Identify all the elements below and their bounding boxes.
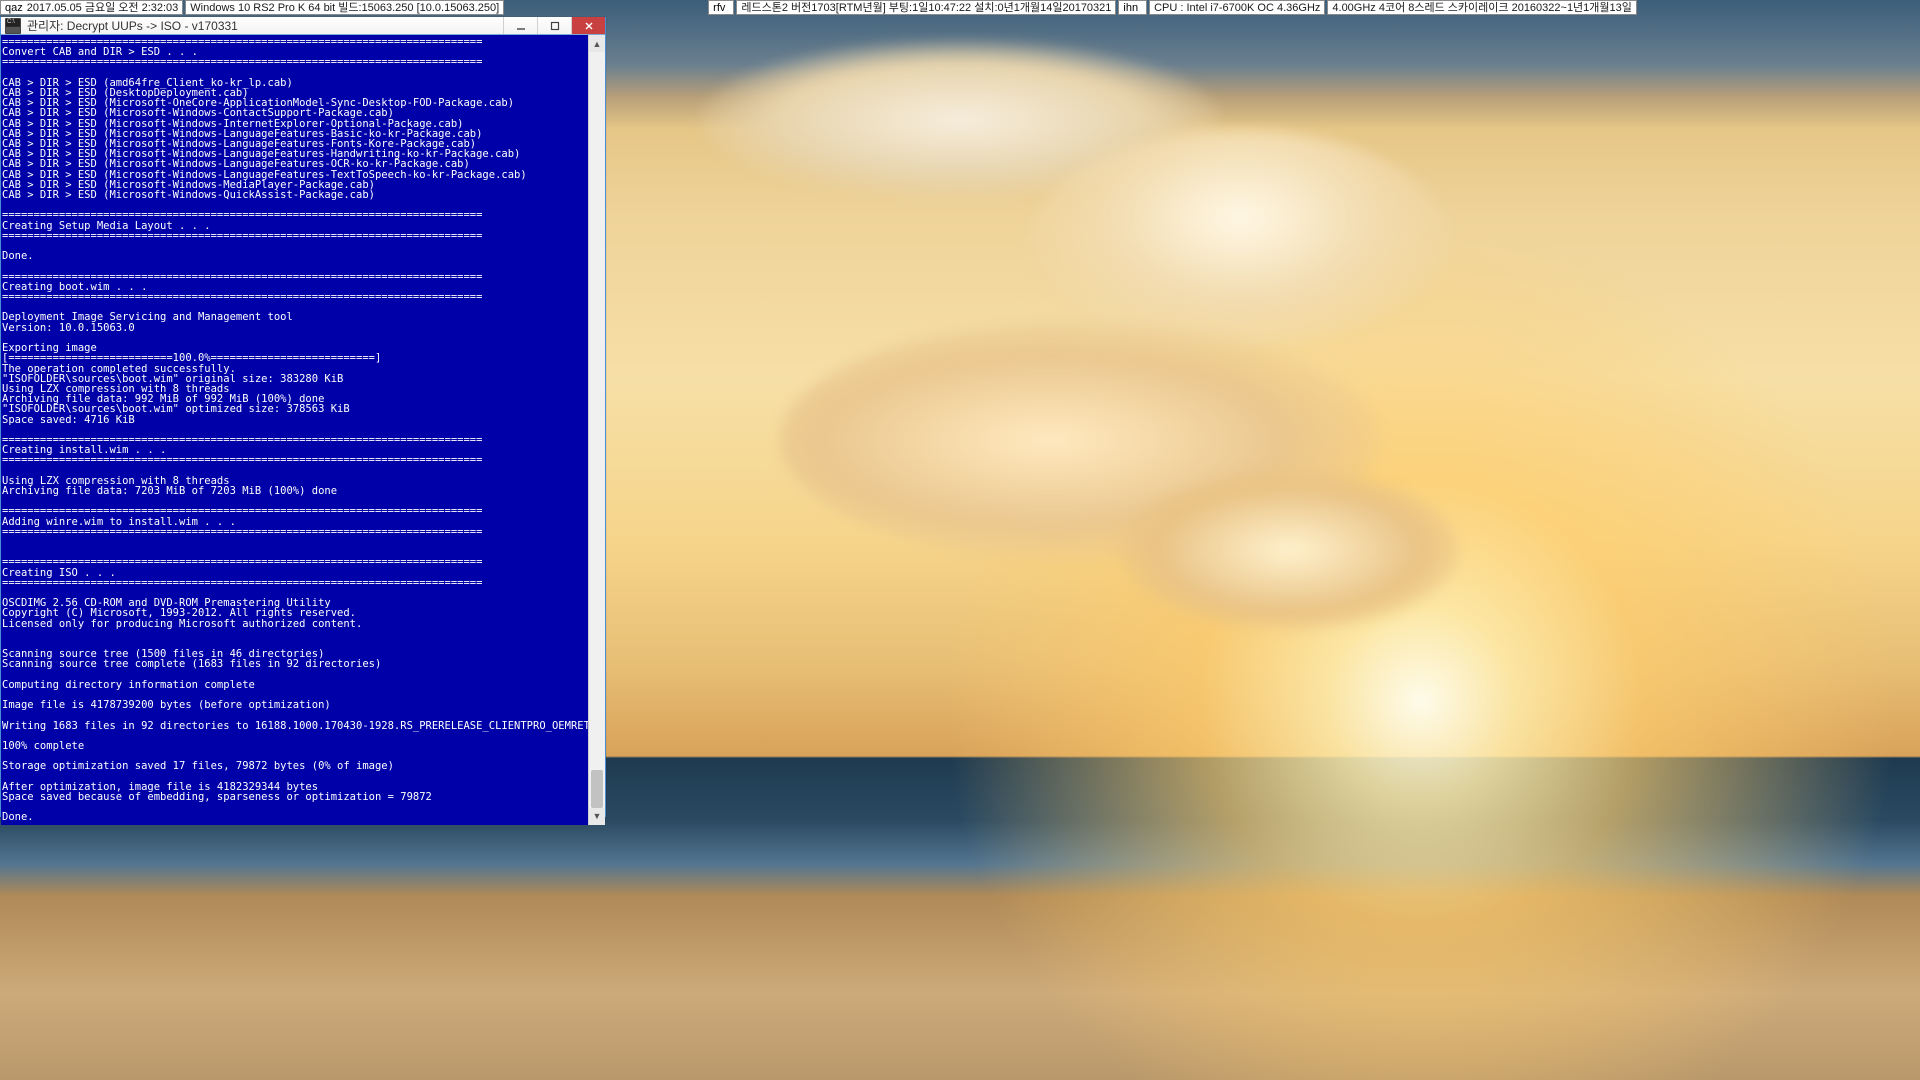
cloud-decor (1120, 470, 1460, 630)
window-buttons (503, 17, 605, 34)
window-title: 관리자: Decrypt UUPs -> ISO - v170331 (25, 17, 503, 34)
info-chip-datetime: qaz2017.05.05 금요일 오전 2:32:03 (0, 0, 183, 15)
minimize-button[interactable] (503, 17, 537, 34)
vertical-scrollbar[interactable]: ▲ ▼ (588, 35, 605, 825)
console-output: ========================================… (1, 35, 588, 825)
system-info-bar: qaz2017.05.05 금요일 오전 2:32:03 Windows 10 … (0, 0, 1920, 16)
console-window: 관리자: Decrypt UUPs -> ISO - v170331 =====… (0, 17, 606, 817)
scroll-thumb[interactable] (591, 770, 603, 808)
close-button[interactable] (571, 17, 605, 34)
cmd-icon (5, 18, 21, 34)
info-chip-cpu2: 4.00GHz 4코어 8스레드 스카이레이크 20160322~1년1개월13… (1327, 0, 1637, 15)
client-area: ========================================… (1, 35, 605, 825)
maximize-button[interactable] (537, 17, 571, 34)
chip-text: 레드스톤2 버전1703[RTM년월] 부팅:1일10:47:22 설치:0년1… (741, 1, 1111, 15)
chip-text: 4.00GHz 4코어 8스레드 스카이레이크 20160322~1년1개월13… (1332, 1, 1632, 15)
cloud-decor (1030, 130, 1450, 350)
info-chip-cpu: CPU : Intel i7-6700K OC 4.36GHz (1149, 0, 1325, 15)
chip-text: CPU : Intel i7-6700K OC 4.36GHz (1154, 1, 1320, 15)
titlebar[interactable]: 관리자: Decrypt UUPs -> ISO - v170331 (1, 17, 605, 35)
info-chip-tag-ihn: ihn (1118, 0, 1147, 15)
chip-text: 2017.05.05 금요일 오전 2:32:03 (27, 1, 179, 15)
info-chip-boot: 레드스톤2 버전1703[RTM년월] 부팅:1일10:47:22 설치:0년1… (736, 0, 1116, 15)
scroll-track[interactable] (589, 52, 605, 808)
scroll-up-button[interactable]: ▲ (589, 35, 605, 52)
scroll-down-button[interactable]: ▼ (589, 808, 605, 825)
close-icon (584, 21, 594, 31)
maximize-icon (550, 21, 560, 31)
minimize-icon (516, 21, 526, 31)
chip-text: Windows 10 RS2 Pro K 64 bit 빌드:15063.250… (190, 1, 499, 15)
info-chip-os: Windows 10 RS2 Pro K 64 bit 빌드:15063.250… (185, 0, 504, 15)
info-chip-tag-rfv: rfv (708, 0, 734, 15)
